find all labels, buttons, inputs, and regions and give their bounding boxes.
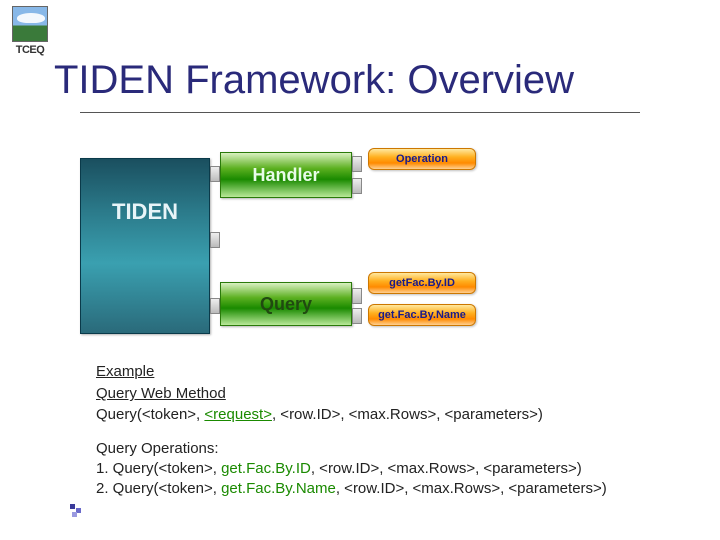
getfacbyid-pill: getFac.By.ID	[368, 272, 476, 294]
port-connector	[210, 166, 220, 182]
query-operation-2: 2. Query(<token>, get.Fac.By.Name, <row.…	[96, 479, 676, 499]
title-underline	[80, 112, 640, 113]
query-box: Query	[220, 282, 352, 326]
port-connector	[352, 288, 362, 304]
op1-name: get.Fac.By.ID	[221, 460, 311, 477]
example-header: Example	[96, 362, 676, 382]
op2-suffix: , <row.ID>, <max.Rows>, <parameters>)	[336, 480, 607, 497]
query-suffix: , <row.ID>, <max.Rows>, <parameters>)	[272, 406, 543, 423]
getfacbyname-pill: get.Fac.By.Name	[368, 304, 476, 326]
query-operations-block: Query Operations: 1. Query(<token>, get.…	[96, 439, 676, 500]
query-operation-1: 1. Query(<token>, get.Fac.By.ID, <row.ID…	[96, 459, 676, 479]
port-connector	[352, 308, 362, 324]
example-section: Example Query Web Method Query(<token>, …	[96, 362, 676, 500]
op2-name: get.Fac.By.Name	[221, 480, 336, 497]
tceq-logo-image	[12, 6, 48, 42]
query-signature-line: Query(<token>, <request>, <row.ID>, <max…	[96, 405, 676, 425]
op2-prefix: 2. Query(<token>,	[96, 480, 221, 497]
corner-decoration	[70, 504, 84, 518]
port-connector	[210, 232, 220, 248]
page-title: TIDEN Framework: Overview	[54, 58, 574, 103]
operation-pill: Operation	[368, 148, 476, 170]
op1-prefix: 1. Query(<token>,	[96, 460, 221, 477]
web-method-label: Query Web Method	[96, 384, 676, 404]
tceq-logo-text: TCEQ	[12, 44, 48, 56]
tiden-box: TIDEN	[80, 158, 210, 334]
tceq-logo: TCEQ	[12, 6, 48, 56]
port-connector	[352, 178, 362, 194]
architecture-diagram: TIDEN Handler Query Operation getFac.By.…	[80, 150, 510, 345]
query-operations-header: Query Operations:	[96, 439, 676, 459]
request-param: <request>	[204, 406, 272, 423]
handler-box: Handler	[220, 152, 352, 198]
port-connector	[210, 298, 220, 314]
op1-suffix: , <row.ID>, <max.Rows>, <parameters>)	[311, 460, 582, 477]
query-prefix: Query(<token>,	[96, 406, 204, 423]
port-connector	[352, 156, 362, 172]
